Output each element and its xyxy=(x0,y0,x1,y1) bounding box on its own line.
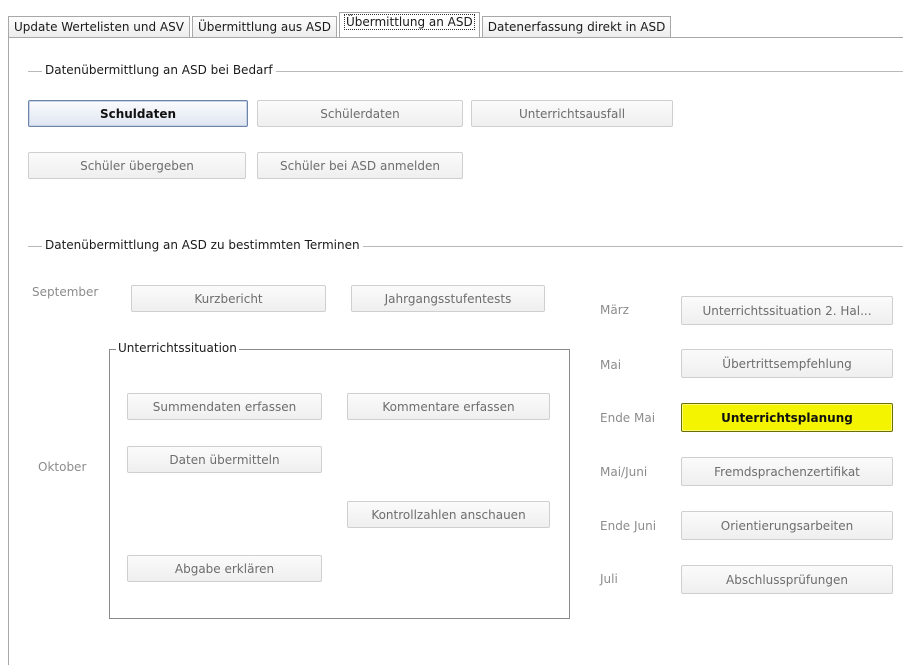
summendaten-erfassen-button[interactable]: Summendaten erfassen xyxy=(127,393,322,420)
schuldaten-button[interactable]: Schuldaten xyxy=(28,100,248,127)
abschlusspruefungen-button[interactable]: Abschlussprüfungen xyxy=(681,565,893,594)
month-label-oktober: Oktober xyxy=(38,460,87,474)
tab-datenerfassung-direkt[interactable]: Datenerfassung direkt in ASD xyxy=(481,16,672,38)
month-label-september: September xyxy=(32,285,99,299)
month-label-maerz: März xyxy=(600,303,629,317)
month-label-mai-juni: Mai/Juni xyxy=(600,465,648,479)
unterrichtssituation-2-halbjahr-button[interactable]: Unterrichtssituation 2. Hal... xyxy=(681,296,893,325)
unterrichtsausfall-button[interactable]: Unterrichtsausfall xyxy=(471,100,673,127)
daten-uebermitteln-button[interactable]: Daten übermitteln xyxy=(127,446,322,473)
month-label-ende-juni: Ende Juni xyxy=(600,519,657,533)
tab-bar: Update Wertelisten und ASV Übermittlung … xyxy=(8,12,673,38)
kontrollzahlen-anschauen-button[interactable]: Kontrollzahlen anschauen xyxy=(347,501,550,528)
tab-uebermittlung-aus-asd[interactable]: Übermittlung aus ASD xyxy=(191,16,337,38)
month-label-mai: Mai xyxy=(600,358,622,372)
month-label-ende-mai: Ende Mai xyxy=(600,411,656,425)
fremdsprachenzertifikat-button[interactable]: Fremdsprachenzertifikat xyxy=(681,457,893,486)
month-label-juli: Juli xyxy=(600,572,618,586)
schueler-uebergeben-button[interactable]: Schüler übergeben xyxy=(28,152,246,179)
schueler-anmelden-button[interactable]: Schüler bei ASD anmelden xyxy=(257,152,463,179)
uebertrittsempfehlung-button[interactable]: Übertrittsempfehlung xyxy=(681,349,893,378)
kommentare-erfassen-button[interactable]: Kommentare erfassen xyxy=(347,393,550,420)
tab-update-wertelisten[interactable]: Update Wertelisten und ASV xyxy=(8,16,190,38)
unterrichtsplanung-button[interactable]: Unterrichtsplanung xyxy=(681,403,893,432)
kurzbericht-button[interactable]: Kurzbericht xyxy=(131,285,326,312)
jahrgangsstufentests-button[interactable]: Jahrgangsstufentests xyxy=(351,285,545,312)
schuelerdaten-button[interactable]: Schülerdaten xyxy=(257,100,463,127)
tab-active-label: Übermittlung an ASD xyxy=(343,14,475,30)
tab-uebermittlung-an-asd[interactable]: Übermittlung an ASD xyxy=(338,12,480,38)
orientierungsarbeiten-button[interactable]: Orientierungsarbeiten xyxy=(681,511,893,540)
group-title-bedarf: Datenübermittlung an ASD bei Bedarf xyxy=(42,63,276,77)
unterrichtssituation-title: Unterrichtssituation xyxy=(116,341,239,355)
group-title-termine: Datenübermittlung an ASD zu bestimmten T… xyxy=(42,238,363,252)
abgabe-erklaeren-button[interactable]: Abgabe erklären xyxy=(127,555,322,582)
